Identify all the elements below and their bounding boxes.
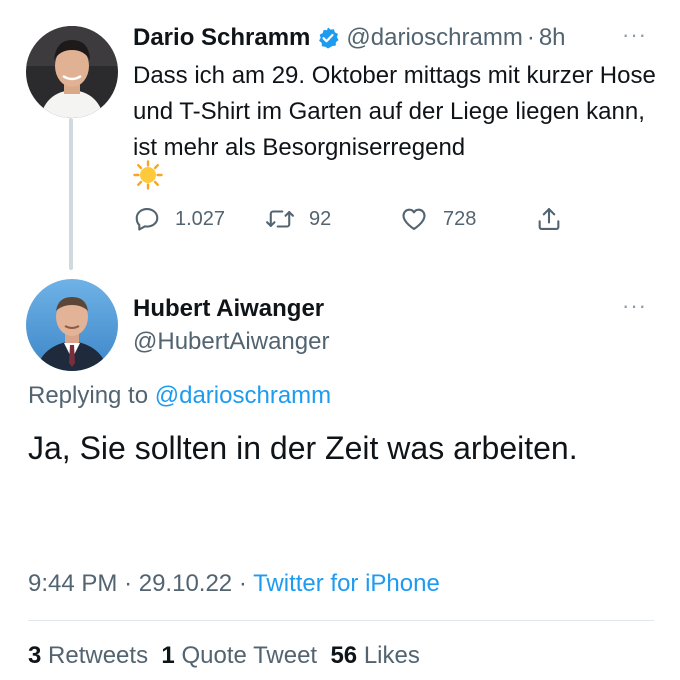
reply-more-options-icon[interactable]: ··· [622,295,647,317]
more-options-icon[interactable]: ··· [622,24,647,46]
avatar-hubert-aiwanger[interactable] [26,279,118,371]
retweets-stat[interactable]: 3 Retweets [28,642,148,669]
reply-author-handle[interactable]: @HubertAiwanger [133,326,329,358]
like-count: 728 [443,207,477,230]
reply-icon [135,208,159,231]
retweet-action[interactable]: 92 [265,202,331,236]
likes-label: Likes [363,642,420,669]
retweet-count: 92 [309,207,332,230]
replying-to-label: Replying to [28,382,149,409]
retweets-count: 3 [28,642,42,669]
tweet-text: Dass ich am 29. Oktober mittags mit kurz… [133,62,656,161]
engagement-stats: 3 Retweets 1 Quote Tweet 56 Likes [28,640,420,672]
tweet-date[interactable]: 29.10.22 [139,570,232,597]
tweet-source-link[interactable]: Twitter for iPhone [253,570,440,597]
author-handle[interactable]: @darioschramm [346,24,522,52]
reply-action[interactable]: 1.027 [133,202,225,236]
replying-to-line: Replying to @darioschramm [28,380,331,412]
like-action[interactable]: 728 [399,202,476,236]
reply-author-name[interactable]: Hubert Aiwanger [133,293,324,325]
avatar-dario-schramm[interactable] [26,26,118,118]
replying-to-handle-link[interactable]: @darioschramm [155,382,331,409]
divider [28,620,654,621]
verified-badge-icon [316,26,340,50]
likes-stat[interactable]: 56 Likes [330,642,419,669]
quote-count: 1 [161,642,175,669]
heart-icon [402,208,426,230]
separator: · [526,24,535,51]
reply-count: 1.027 [175,207,226,230]
tweet-header: Dario Schramm @darioschramm · 8h [133,22,566,54]
share-icon [538,208,560,230]
meta-separator-2: · [238,570,247,597]
share-action[interactable] [535,202,577,236]
likes-count: 56 [330,642,358,669]
tweet-time[interactable]: 9:44 PM [28,570,117,597]
sun-emoji-icon [133,160,163,195]
quote-label: Quote Tweet [181,642,318,669]
thread-connector-line [69,118,73,270]
quote-tweet-stat[interactable]: 1 Quote Tweet [161,642,317,669]
reply-tweet-text: Ja, Sie sollten in der Zeit was arbeiten… [28,430,578,466]
tweet-timestamp[interactable]: 8h [539,24,566,52]
author-name[interactable]: Dario Schramm [133,24,310,52]
tweet-action-bar: 1.027 92 728 [133,202,573,236]
meta-separator: · [124,570,133,597]
retweet-icon [266,210,294,228]
retweets-label: Retweets [48,642,149,669]
tweet-metadata: 9:44 PM · 29.10.22 · Twitter for iPhone [28,568,440,600]
